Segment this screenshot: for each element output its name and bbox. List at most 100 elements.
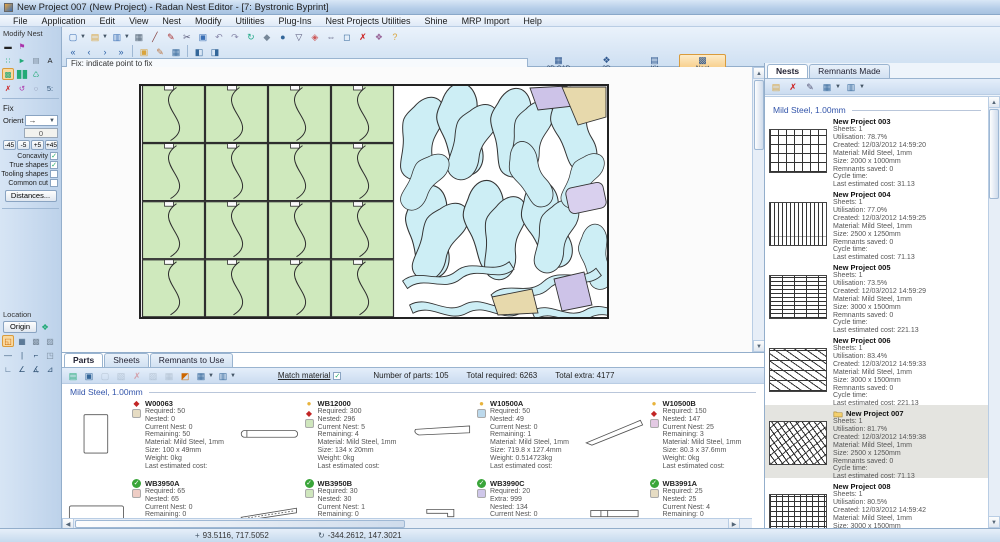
nested-parts-group[interactable] bbox=[394, 80, 644, 325]
next-nest-icon[interactable]: › bbox=[98, 45, 112, 58]
delete-nest-icon[interactable]: ✗ bbox=[786, 80, 800, 93]
angle-tool-icon[interactable]: ∡ bbox=[30, 363, 42, 375]
menu-item-utilities[interactable]: Utilities bbox=[228, 15, 271, 27]
split-horizontal-icon[interactable]: ◧ bbox=[192, 45, 206, 58]
match-material-checkbox[interactable]: ✓ bbox=[333, 372, 341, 380]
line-icon[interactable]: ╱ bbox=[148, 30, 162, 43]
pair-parts-icon[interactable]: ▊▊ bbox=[16, 68, 28, 80]
split-vertical-icon[interactable]: ◨ bbox=[208, 45, 222, 58]
node-edit-icon[interactable]: ◆ bbox=[260, 30, 274, 43]
redo-icon[interactable]: ↷ bbox=[228, 30, 242, 43]
thumbnail-size-dropdown[interactable]: ▦ bbox=[820, 80, 834, 93]
nest-drawing[interactable] bbox=[62, 67, 752, 352]
canvas-vertical-scrollbar[interactable]: ▲ ▼ bbox=[752, 67, 764, 352]
snap-grid-icon[interactable]: ▦ bbox=[16, 335, 28, 347]
tooling-shapes-checkbox[interactable] bbox=[50, 170, 58, 178]
auto-nest-icon[interactable]: ▩ bbox=[2, 68, 14, 80]
open-nest-icon[interactable]: ▤ bbox=[769, 80, 783, 93]
snap-vertical-icon[interactable]: | bbox=[16, 349, 28, 361]
tab-nests[interactable]: Nests bbox=[767, 64, 808, 78]
menu-item-application[interactable]: Application bbox=[35, 15, 93, 27]
sheet-icon[interactable]: ▬ bbox=[2, 40, 14, 52]
prev-nest-icon[interactable]: ‹ bbox=[82, 45, 96, 58]
tab-sheets[interactable]: Sheets bbox=[104, 353, 148, 367]
tab-remnants-to-use[interactable]: Remnants to Use bbox=[150, 353, 234, 367]
menu-item-edit[interactable]: Edit bbox=[93, 15, 123, 27]
orient-select[interactable]: → ▼ bbox=[25, 115, 58, 126]
corner-tool-icon[interactable]: ∟ bbox=[2, 363, 14, 375]
flag-icon[interactable]: ◈ bbox=[308, 30, 322, 43]
sheet-edit-icon[interactable]: ✎ bbox=[153, 45, 167, 58]
sheet-grid-icon[interactable]: ▦ bbox=[169, 45, 183, 58]
first-nest-icon[interactable]: « bbox=[66, 45, 80, 58]
nest-item-new-project-008[interactable]: New Project 008Sheets: 1Utilisation: 80.… bbox=[765, 478, 989, 528]
menu-item-nest[interactable]: Nest bbox=[155, 15, 188, 27]
snap-intersection-icon[interactable]: ▩ bbox=[30, 335, 42, 347]
add-sheet-icon[interactable]: ▣ bbox=[137, 45, 151, 58]
preview-nest-icon[interactable]: ✎ bbox=[803, 80, 817, 93]
rotate-plusminus-5-button[interactable]: +5 bbox=[31, 140, 44, 150]
exit-nest-icon[interactable]: ⚑ bbox=[16, 40, 28, 52]
report-icon[interactable]: ▤ bbox=[30, 54, 42, 66]
scroll-thumb[interactable] bbox=[75, 520, 405, 528]
pen-icon[interactable]: ✎ bbox=[164, 30, 178, 43]
nests-vertical-scrollbar[interactable]: ▲ ▼ bbox=[988, 96, 1000, 528]
refresh-icon[interactable]: ↻ bbox=[244, 30, 258, 43]
undo-icon[interactable]: ↶ bbox=[212, 30, 226, 43]
nest-item-new-project-005[interactable]: New Project 005Sheets: 1Utilisation: 73.… bbox=[765, 259, 989, 332]
scroll-thumb[interactable] bbox=[754, 80, 764, 150]
distances-button[interactable]: Distances... bbox=[5, 190, 57, 202]
menu-item-plug-ins[interactable]: Plug-Ins bbox=[271, 15, 318, 27]
rotate-minus-45-button[interactable]: -45 bbox=[3, 140, 16, 150]
origin-marker-icon[interactable]: ❖ bbox=[39, 321, 51, 333]
part-card-w00063[interactable]: ◆W00063Required: 50Nested: 0Current Nest… bbox=[66, 399, 235, 475]
view-mode-dropdown[interactable]: ▦ bbox=[194, 369, 208, 382]
new-drawing-icon[interactable]: ▢ bbox=[66, 30, 80, 43]
delete-part-icon[interactable]: ✗ bbox=[2, 82, 14, 94]
part-card-w10500a[interactable]: ●W10500ARequired: 50Nested: 49Current Ne… bbox=[411, 399, 580, 475]
nest-parts-icon[interactable]: ∷ bbox=[2, 54, 14, 66]
titlebar[interactable]: New Project 007 (New Project) - Radan Ne… bbox=[0, 0, 1000, 15]
filter-icon[interactable]: ▽ bbox=[292, 30, 306, 43]
recycle-icon[interactable]: ♺ bbox=[30, 68, 42, 80]
green-parts-group[interactable] bbox=[143, 86, 394, 317]
menu-item-shine[interactable]: Shine bbox=[418, 15, 455, 27]
snap-nearest-icon[interactable]: ▨ bbox=[44, 335, 56, 347]
help-icon[interactable]: ? bbox=[388, 30, 402, 43]
common-cut-checkbox[interactable] bbox=[50, 179, 58, 187]
angle-45-icon[interactable]: ∠ bbox=[16, 363, 28, 375]
angle-input[interactable]: 0 bbox=[24, 128, 58, 138]
angle-dim-icon[interactable]: ⊿ bbox=[44, 363, 56, 375]
part-card-w10500b[interactable]: ●◆W10500BRequired: 150Nested: 147Current… bbox=[584, 399, 753, 475]
nest-item-new-project-006[interactable]: New Project 006Sheets: 1Utilisation: 83.… bbox=[765, 332, 989, 405]
true-shapes-checkbox[interactable]: ✓ bbox=[50, 161, 58, 169]
snap-endpoint-icon[interactable]: ◱ bbox=[2, 335, 14, 347]
menu-item-file[interactable]: File bbox=[6, 15, 35, 27]
menu-item-mrp-import[interactable]: MRP Import bbox=[455, 15, 517, 27]
move-part-icon[interactable]: ► bbox=[16, 54, 28, 66]
pan-icon[interactable]: ❖ bbox=[372, 30, 386, 43]
nest-item-new-project-004[interactable]: New Project 004Sheets: 1Utilisation: 77.… bbox=[765, 186, 989, 259]
nest-canvas[interactable] bbox=[62, 67, 752, 352]
text-icon[interactable]: A bbox=[44, 54, 56, 66]
info-icon[interactable]: ● bbox=[276, 30, 290, 43]
rotate-plusminus-45-button[interactable]: +45 bbox=[45, 140, 58, 150]
sort-mode-dropdown[interactable]: ▥ bbox=[216, 369, 230, 382]
detail-view-dropdown[interactable]: ▥ bbox=[844, 80, 858, 93]
view-box-icon[interactable]: ◻ bbox=[340, 30, 354, 43]
open-icon[interactable]: ▤ bbox=[88, 30, 102, 43]
snap-box-icon[interactable]: ◳ bbox=[44, 349, 56, 361]
snap-corner-icon[interactable]: ⌐ bbox=[30, 349, 42, 361]
scroll-down-icon[interactable]: ▼ bbox=[988, 516, 1000, 528]
attach-icon[interactable]: ✂ bbox=[180, 30, 194, 43]
menu-item-modify[interactable]: Modify bbox=[188, 15, 229, 27]
nest-item-new-project-003[interactable]: New Project 003Sheets: 1Utilisation: 78.… bbox=[765, 113, 989, 186]
add-part-icon[interactable]: ▤ bbox=[66, 369, 80, 382]
dashed-circle-icon[interactable]: ◌ bbox=[30, 82, 42, 94]
last-nest-icon[interactable]: » bbox=[114, 45, 128, 58]
scroll-up-icon[interactable]: ▲ bbox=[988, 96, 1000, 108]
snap-horizontal-icon[interactable]: — bbox=[2, 349, 14, 361]
import-part-icon[interactable]: ▣ bbox=[82, 369, 96, 382]
concavity-checkbox[interactable]: ✓ bbox=[50, 152, 58, 160]
save-icon[interactable]: ▥ bbox=[110, 30, 124, 43]
